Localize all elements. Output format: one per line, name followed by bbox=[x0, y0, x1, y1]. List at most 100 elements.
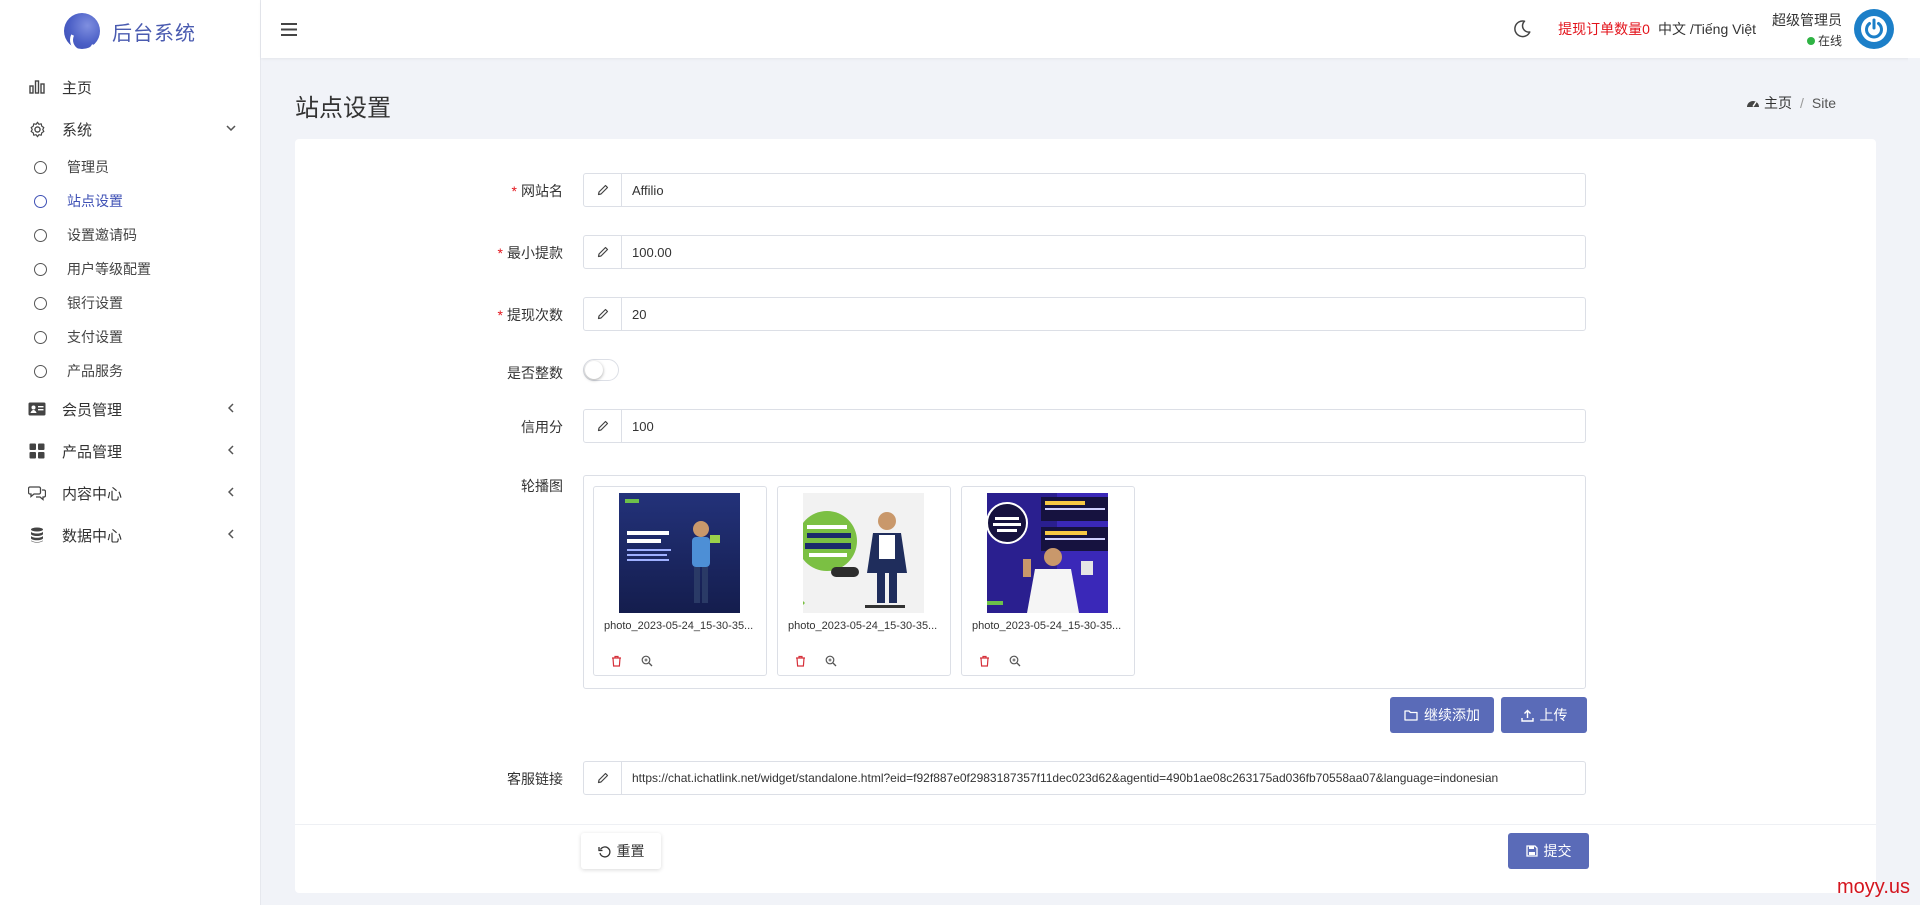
sidebar-subitem-admins[interactable]: 管理员 bbox=[0, 150, 260, 184]
breadcrumb-home[interactable]: 主页 bbox=[1746, 93, 1792, 113]
sidebar-item-label: 会员管理 bbox=[62, 401, 123, 419]
carousel-image-1[interactable] bbox=[619, 493, 740, 613]
sidebar-item-home[interactable]: 主页 bbox=[0, 66, 260, 108]
carousel-image-3[interactable] bbox=[987, 493, 1108, 613]
circle-icon bbox=[34, 262, 47, 276]
settings-card: *网站名 *最小提款 *提现次数 是否整数 信用分 轮播图 bbox=[295, 139, 1876, 893]
hamburger-menu-icon[interactable] bbox=[279, 19, 299, 39]
moon-icon[interactable] bbox=[1512, 19, 1532, 39]
min-withdraw-input[interactable] bbox=[622, 236, 1585, 268]
grid-icon bbox=[28, 442, 46, 460]
id-card-icon bbox=[28, 400, 46, 418]
undo-icon bbox=[597, 845, 611, 858]
circle-icon bbox=[34, 364, 47, 378]
pencil-icon bbox=[584, 236, 622, 268]
brand-title: 后台系统 bbox=[112, 22, 196, 45]
circle-icon bbox=[34, 296, 47, 310]
user-name: 超级管理员 bbox=[1772, 11, 1842, 28]
save-icon bbox=[1525, 845, 1538, 857]
circle-icon bbox=[34, 194, 47, 208]
watermark: moyy.us bbox=[1837, 876, 1910, 898]
sidebar-subitem-user-levels[interactable]: 用户等级配置 bbox=[0, 252, 260, 286]
service-link-input[interactable] bbox=[622, 762, 1585, 794]
min-withdraw-input-group bbox=[583, 235, 1586, 269]
breadcrumb: 主页 / Site bbox=[1746, 93, 1836, 113]
sidebar-item-products[interactable]: 产品管理 bbox=[0, 430, 260, 472]
add-more-button[interactable]: 继续添加 bbox=[1390, 697, 1494, 733]
breadcrumb-current: Site bbox=[1811, 95, 1836, 111]
circle-icon bbox=[34, 228, 47, 242]
min-withdraw-label: * 最小提款 bbox=[497, 245, 563, 261]
trash-icon[interactable] bbox=[792, 653, 808, 669]
withdraw-times-input[interactable] bbox=[622, 298, 1585, 330]
zoom-in-icon[interactable] bbox=[1007, 653, 1023, 669]
pencil-icon bbox=[584, 762, 622, 794]
site-name-input-group bbox=[583, 173, 1586, 207]
sidebar-subitem-label: 支付设置 bbox=[67, 329, 123, 345]
trash-icon[interactable] bbox=[976, 653, 992, 669]
carousel-image-card: photo_2023-05-24_15-30-35... bbox=[777, 486, 951, 676]
chevron-left-icon bbox=[224, 401, 238, 415]
carousel-image-card: photo_2023-05-24_15-30-35... bbox=[593, 486, 767, 676]
sidebar-subitem-bank-settings[interactable]: 银行设置 bbox=[0, 286, 260, 320]
sidebar-menu: 主页 系统 管理员 站点设置 设置邀请码 用户等级配置 银行设置 支付设置 产品… bbox=[0, 66, 260, 556]
credit-score-input-group bbox=[583, 409, 1586, 443]
sidebar-item-members[interactable]: 会员管理 bbox=[0, 388, 260, 430]
avatar[interactable] bbox=[1854, 9, 1894, 49]
folder-icon bbox=[1404, 710, 1418, 721]
sidebar-item-label: 产品管理 bbox=[62, 443, 123, 461]
reset-label: 重置 bbox=[616, 843, 645, 859]
site-name-input[interactable] bbox=[622, 174, 1585, 206]
pencil-icon bbox=[584, 298, 622, 330]
language-switch[interactable]: 中文 /Tiếng Việt bbox=[1658, 19, 1756, 39]
site-name-label: * 网站名 bbox=[511, 183, 563, 199]
carousel-image-2[interactable] bbox=[803, 493, 924, 613]
brand[interactable]: 后台系统 bbox=[0, 0, 260, 62]
sidebar-subitem-site-settings[interactable]: 站点设置 bbox=[0, 184, 260, 218]
upload-button[interactable]: 上传 bbox=[1501, 697, 1587, 733]
pencil-icon bbox=[584, 410, 622, 442]
sidebar-subitem-invite-code[interactable]: 设置邀请码 bbox=[0, 218, 260, 252]
power-icon bbox=[1861, 16, 1887, 42]
chat-icon bbox=[28, 484, 46, 502]
reset-button[interactable]: 重置 bbox=[581, 833, 661, 869]
service-link-label: 客服链接 bbox=[507, 771, 563, 787]
sidebar: 后台系统 主页 系统 管理员 站点设置 设置邀请码 用户等级配置 银行设置 支付… bbox=[0, 0, 261, 905]
integer-only-toggle[interactable] bbox=[583, 359, 619, 381]
pending-withdrawals-link[interactable]: 提现订单数量0 bbox=[1558, 19, 1650, 39]
user-info[interactable]: 超级管理员 在线 bbox=[1772, 10, 1842, 49]
zoom-in-icon[interactable] bbox=[639, 653, 655, 669]
chevron-left-icon bbox=[224, 485, 238, 499]
withdraw-times-input-group bbox=[583, 297, 1586, 331]
chevron-left-icon bbox=[224, 443, 238, 457]
sidebar-subitem-product-service[interactable]: 产品服务 bbox=[0, 354, 260, 388]
sidebar-subitem-payment-settings[interactable]: 支付设置 bbox=[0, 320, 260, 354]
submit-button[interactable]: 提交 bbox=[1508, 833, 1589, 869]
trash-icon[interactable] bbox=[608, 653, 624, 669]
user-status-text: 在线 bbox=[1817, 33, 1842, 48]
breadcrumb-home-label: 主页 bbox=[1763, 95, 1792, 111]
carousel-image-filename: photo_2023-05-24_15-30-35... bbox=[604, 620, 754, 632]
sidebar-item-content[interactable]: 内容中心 bbox=[0, 472, 260, 514]
breadcrumb-separator: / bbox=[1799, 95, 1804, 111]
credit-score-input[interactable] bbox=[622, 410, 1585, 442]
sidebar-item-system[interactable]: 系统 bbox=[0, 108, 260, 150]
sidebar-item-label: 数据中心 bbox=[62, 527, 123, 545]
zoom-in-icon[interactable] bbox=[823, 653, 839, 669]
add-more-label: 继续添加 bbox=[1424, 707, 1480, 723]
carousel-image-card: photo_2023-05-24_15-30-35... bbox=[961, 486, 1135, 676]
bar-chart-icon bbox=[28, 78, 46, 96]
chevron-left-icon bbox=[224, 527, 238, 541]
integer-only-label: 是否整数 bbox=[507, 365, 563, 381]
online-dot-icon bbox=[1806, 36, 1815, 45]
sidebar-item-data[interactable]: 数据中心 bbox=[0, 514, 260, 556]
page-scrollbar[interactable] bbox=[1908, 58, 1920, 905]
carousel-gallery: photo_2023-05-24_15-30-35... photo_2023-… bbox=[583, 475, 1586, 689]
dashboard-icon bbox=[1746, 101, 1759, 107]
upload-label: 上传 bbox=[1539, 707, 1568, 723]
circle-icon bbox=[34, 160, 47, 174]
carousel-image-actions bbox=[976, 653, 1038, 669]
carousel-image-filename: photo_2023-05-24_15-30-35... bbox=[788, 620, 938, 632]
brand-logo-icon bbox=[64, 13, 100, 49]
chevron-down-icon bbox=[224, 121, 238, 135]
